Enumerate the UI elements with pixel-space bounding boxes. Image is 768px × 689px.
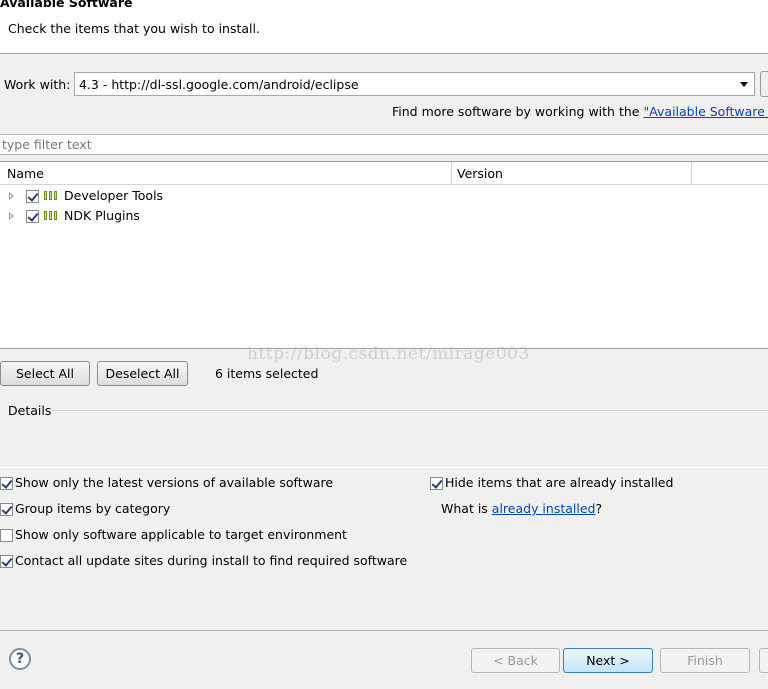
find-more-text: Find more software by working with the "… xyxy=(392,104,768,119)
option-label: Show only software applicable to target … xyxy=(15,527,347,542)
what-is-prefix: What is xyxy=(441,501,492,516)
find-more-prefix: Find more software by working with the xyxy=(392,104,644,119)
tree-header: Name Version xyxy=(0,162,768,185)
wizard-header: Available Software Check the items that … xyxy=(0,0,768,54)
hide-installed-checkbox[interactable] xyxy=(430,477,443,490)
deselect-all-button[interactable]: Deselect All xyxy=(97,361,188,386)
ndk-plugins-checkbox[interactable] xyxy=(26,210,39,223)
work-with-combo[interactable]: 4.3 - http://dl-ssl.google.com/android/e… xyxy=(74,72,755,96)
what-is-installed: What is already installed? xyxy=(441,501,602,516)
tree-row-label: NDK Plugins xyxy=(64,208,140,223)
tree-row-ndk-plugins[interactable]: NDK Plugins xyxy=(0,207,768,227)
developer-tools-checkbox[interactable] xyxy=(26,190,39,203)
work-with-label: Work with: xyxy=(4,77,71,92)
expand-arrow-icon[interactable] xyxy=(9,192,14,200)
option-label: Show only the latest versions of availab… xyxy=(15,475,334,490)
watermark: http://blog.csdn.net/mirage003 xyxy=(247,344,530,364)
filter-box xyxy=(0,134,768,155)
finish-button[interactable]: Finish xyxy=(660,648,750,673)
software-tree: Name Version Developer Tools NDK Plugins xyxy=(0,161,768,349)
cancel-button[interactable] xyxy=(759,648,768,673)
tree-row-label: Developer Tools xyxy=(64,188,164,203)
chevron-down-icon[interactable] xyxy=(734,73,754,95)
latest-versions-checkbox[interactable] xyxy=(0,477,13,490)
details-divider xyxy=(52,410,768,411)
target-environment-checkbox[interactable] xyxy=(0,529,13,542)
option-label: Hide items that are already installed xyxy=(445,475,674,490)
contact-sites-checkbox[interactable] xyxy=(0,555,13,568)
column-divider[interactable] xyxy=(451,162,452,185)
available-software-sites-link[interactable]: "Available Software Sites xyxy=(643,104,768,119)
page-title: Available Software xyxy=(0,0,133,10)
filter-input[interactable] xyxy=(0,135,760,154)
details-group xyxy=(0,398,768,468)
expand-arrow-icon[interactable] xyxy=(9,212,14,220)
category-icon xyxy=(44,190,59,202)
help-icon[interactable]: ? xyxy=(9,648,31,670)
column-version[interactable]: Version xyxy=(457,166,503,181)
already-installed-link[interactable]: already installed xyxy=(492,501,596,516)
group-by-category-checkbox[interactable] xyxy=(0,503,13,516)
select-all-button[interactable]: Select All xyxy=(0,361,90,386)
page-description: Check the items that you wish to install… xyxy=(8,21,260,36)
next-button[interactable]: Next > xyxy=(563,648,653,673)
column-divider[interactable] xyxy=(691,162,692,185)
category-icon xyxy=(44,210,59,222)
add-site-button[interactable] xyxy=(760,71,768,97)
footer-divider xyxy=(0,630,768,631)
column-name[interactable]: Name xyxy=(7,166,44,181)
work-with-value: 4.3 - http://dl-ssl.google.com/android/e… xyxy=(79,77,359,92)
back-button[interactable]: < Back xyxy=(471,648,560,673)
selected-count: 6 items selected xyxy=(215,366,319,381)
tree-row-developer-tools[interactable]: Developer Tools xyxy=(0,187,768,207)
details-label: Details xyxy=(8,403,52,418)
option-label: Group items by category xyxy=(15,501,171,516)
option-label: Contact all update sites during install … xyxy=(15,553,408,568)
what-is-suffix: ? xyxy=(595,501,603,516)
